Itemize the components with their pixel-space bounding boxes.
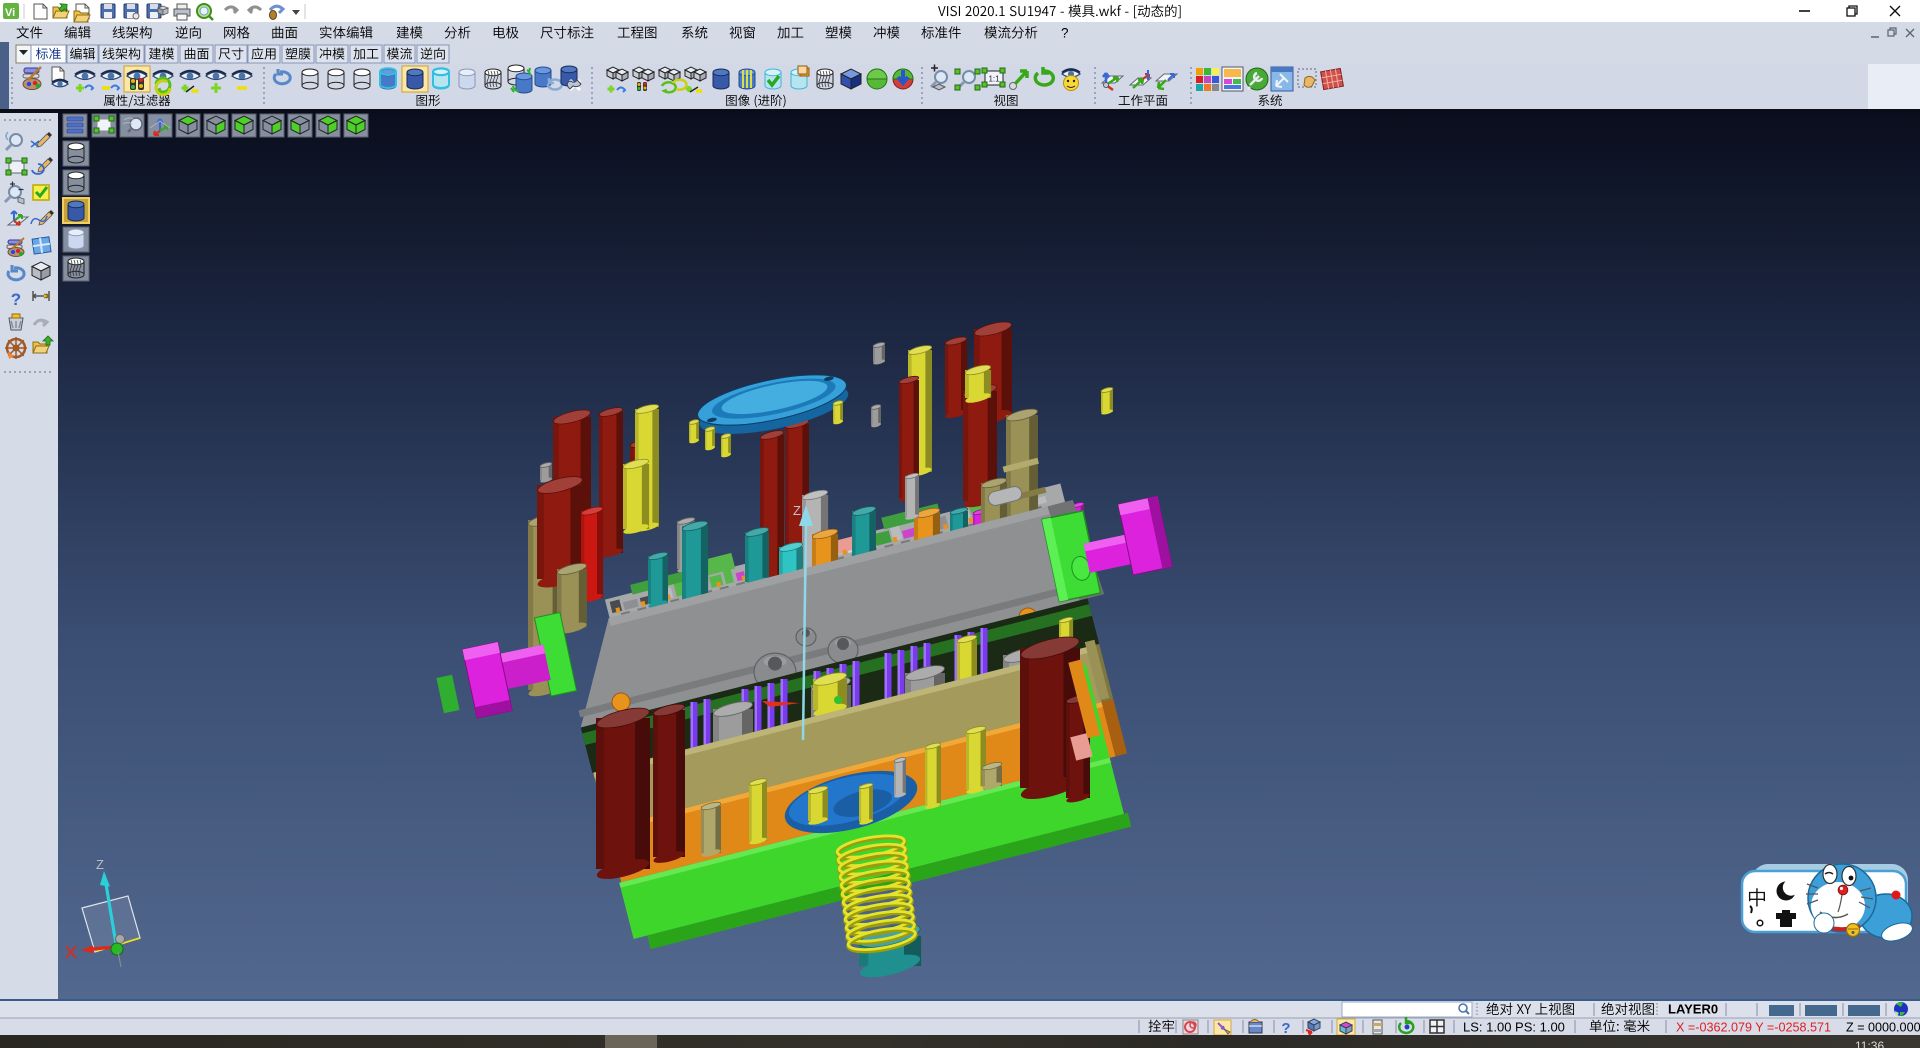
svg-text:?: ? xyxy=(11,290,21,309)
svg-text:?: ? xyxy=(1281,1020,1290,1037)
svg-text:?: ? xyxy=(1061,26,1069,41)
svg-text:11:36: 11:36 xyxy=(1855,1039,1884,1048)
svg-text:LS: 1.00 PS: 1.00: LS: 1.00 PS: 1.00 xyxy=(1463,1020,1565,1035)
svg-text:X =-0362.079 Y =-0258.571: X =-0362.079 Y =-0258.571 xyxy=(1676,1021,1831,1035)
svg-text:LAYER0: LAYER0 xyxy=(1668,1002,1718,1017)
svg-text:Z: Z xyxy=(793,503,801,518)
svg-text:Z = 0000.000: Z = 0000.000 xyxy=(1846,1021,1920,1035)
svg-text:Z: Z xyxy=(96,857,104,872)
svg-text:Vi: Vi xyxy=(5,7,15,19)
svg-text:1:1: 1:1 xyxy=(988,75,1000,84)
